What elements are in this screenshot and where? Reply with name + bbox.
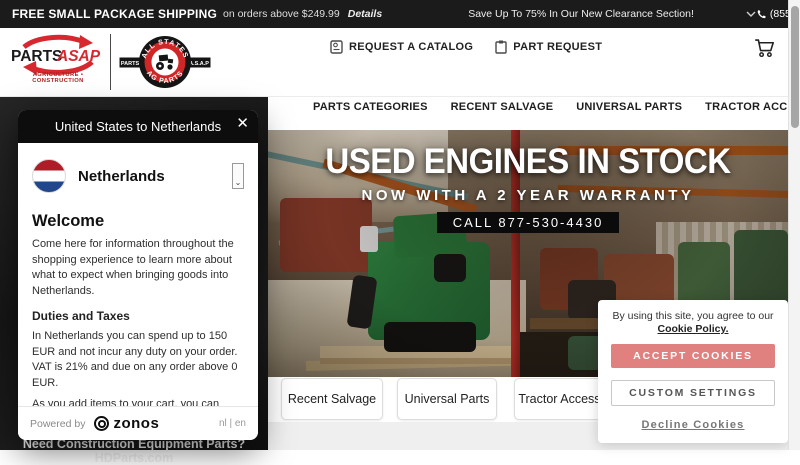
nav-universal-parts[interactable]: UNIVERSAL PARTS (576, 101, 682, 113)
country-name: Netherlands (78, 168, 165, 185)
nav-parts-categories[interactable]: PARTS CATEGORIES (313, 101, 428, 113)
main-navigation: PARTS CATEGORIES RECENT SALVAGE UNIVERSA… (313, 101, 800, 113)
netherlands-flag-icon (32, 159, 66, 193)
request-catalog-label: REQUEST A CATALOG (349, 41, 473, 53)
nav-recent-salvage[interactable]: RECENT SALVAGE (451, 101, 554, 113)
zonos-welcome-modal: United States to Netherlands ✕ Netherlan… (18, 110, 258, 440)
logo-tagline: AGRICULTURE • CONSTRUCTION (8, 72, 108, 84)
welcome-heading: Welcome (32, 212, 244, 231)
cookie-consent-panel: By using this site, you agree to our Coo… (598, 300, 788, 443)
cookie-message-text: By using this site, you agree to our (612, 310, 773, 322)
modal-footer: Powered by zonos nl | en (18, 406, 258, 440)
accept-cookies-button[interactable]: ACCEPT COOKIES (611, 344, 775, 368)
cart-icon (754, 38, 776, 58)
all-states-ag-parts-badge[interactable]: PARTS A.S.A.P ALL STATES AG PARTS (118, 29, 212, 95)
country-dropdown-spinner[interactable]: ⌄ (232, 163, 244, 189)
hdparts-banner[interactable]: Need Construction Equipment Parts? HDPar… (0, 437, 268, 465)
duties-paragraph: In Netherlands you can spend up to 150 E… (32, 329, 244, 391)
logo-text-parts: PARTS (11, 48, 62, 65)
country-selector[interactable]: Netherlands ⌄ (32, 158, 244, 194)
close-icon[interactable]: ✕ (236, 116, 249, 131)
cookie-policy-link[interactable]: Cookie Policy. (658, 323, 729, 335)
clearance-promo[interactable]: Save Up To 75% In Our New Clearance Sect… (468, 8, 694, 20)
modal-title: United States to Netherlands (55, 119, 221, 134)
badge-banner-left: PARTS (121, 61, 140, 67)
catalog-icon (330, 40, 343, 54)
welcome-paragraph: Come here for information throughout the… (32, 237, 244, 299)
clipboard-icon (495, 40, 507, 54)
nav-tractor-accessories[interactable]: TRACTOR ACCESSORIES (705, 101, 800, 113)
site-header: PARTS ASAP AGRICULTURE • CONSTRUCTION PA… (0, 28, 800, 97)
hero-title: USED ENGINES IN STOCK (325, 140, 730, 181)
shipping-offer: FREE SMALL PACKAGE SHIPPING (12, 7, 217, 21)
phone-icon (756, 9, 767, 20)
part-request-button[interactable]: PART REQUEST (495, 40, 602, 54)
cookie-message: By using this site, you agree to our Coo… (611, 310, 775, 336)
logo-text-asap: ASAP (56, 48, 101, 65)
language-switcher[interactable]: nl | en (219, 418, 246, 429)
powered-by-label: Powered by (30, 418, 85, 430)
hero-subtitle: NOW WITH A 2 YEAR WARRANTY (362, 187, 695, 204)
chevron-down-icon[interactable] (746, 11, 756, 17)
partsasap-logo[interactable]: PARTS ASAP AGRICULTURE • CONSTRUCTION (8, 32, 108, 92)
modal-header: United States to Netherlands ✕ (18, 110, 258, 143)
hero-call-button[interactable]: CALL 877-530-4430 (437, 212, 620, 233)
badge-banner-right: A.S.A.P (189, 61, 209, 67)
part-request-label: PART REQUEST (513, 41, 602, 53)
zonos-brand[interactable]: zonos (113, 415, 159, 432)
zonos-logo-icon (94, 416, 109, 431)
cart-button[interactable] (754, 38, 776, 58)
duties-heading: Duties and Taxes (32, 309, 244, 323)
quick-link-universal-parts[interactable]: Universal Parts (397, 378, 497, 420)
decline-cookies-link[interactable]: Decline Cookies (642, 419, 745, 431)
page-scrollbar[interactable] (788, 0, 800, 450)
request-catalog-button[interactable]: REQUEST A CATALOG (330, 40, 473, 54)
top-announcement-bar: FREE SMALL PACKAGE SHIPPING on orders ab… (0, 0, 800, 28)
shipping-offer-detail: on orders above $249.99 (223, 8, 340, 20)
shipping-details-link[interactable]: Details (348, 8, 382, 20)
header-divider (110, 34, 111, 90)
scrollbar-thumb[interactable] (791, 6, 799, 128)
quick-link-recent-salvage[interactable]: Recent Salvage (281, 378, 383, 420)
custom-settings-button[interactable]: CUSTOM SETTINGS (611, 380, 775, 406)
